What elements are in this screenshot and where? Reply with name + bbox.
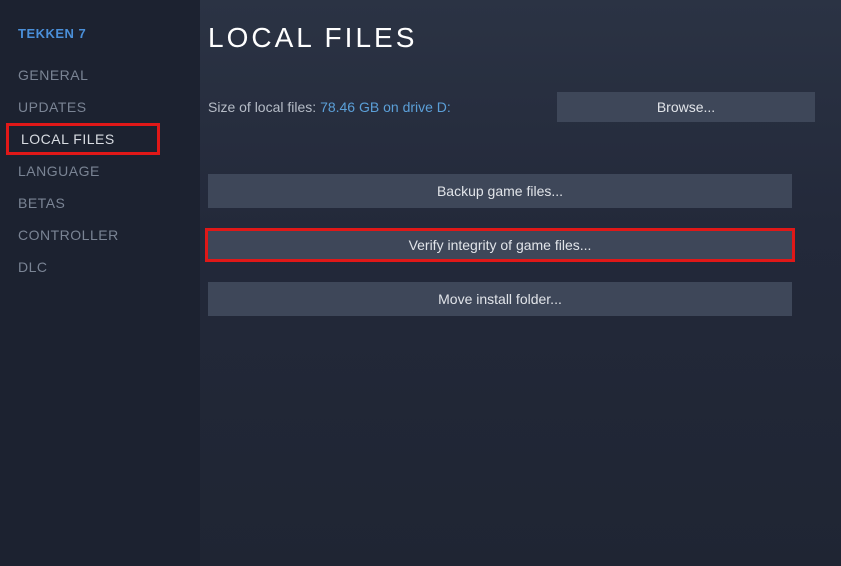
sidebar-item-language[interactable]: LANGUAGE (0, 155, 200, 187)
sidebar-item-dlc[interactable]: DLC (0, 251, 200, 283)
sidebar-item-general[interactable]: GENERAL (0, 59, 200, 91)
verify-integrity-button[interactable]: Verify integrity of game files... (205, 228, 795, 262)
sidebar: TEKKEN 7 GENERAL UPDATES LOCAL FILES LAN… (0, 0, 200, 566)
sidebar-item-betas[interactable]: BETAS (0, 187, 200, 219)
move-folder-button[interactable]: Move install folder... (208, 282, 792, 316)
size-text: Size of local files: 78.46 GB on drive D… (208, 99, 451, 115)
page-title: LOCAL FILES (208, 22, 815, 54)
size-row: Size of local files: 78.46 GB on drive D… (208, 92, 815, 122)
sidebar-item-updates[interactable]: UPDATES (0, 91, 200, 123)
sidebar-item-controller[interactable]: CONTROLLER (0, 219, 200, 251)
size-value-link[interactable]: 78.46 GB on drive D: (320, 99, 451, 115)
backup-button[interactable]: Backup game files... (208, 174, 792, 208)
main-panel: LOCAL FILES Size of local files: 78.46 G… (200, 0, 841, 566)
sidebar-item-local-files[interactable]: LOCAL FILES (6, 123, 160, 155)
game-title: TEKKEN 7 (0, 22, 200, 59)
size-label: Size of local files: (208, 99, 320, 115)
browse-button[interactable]: Browse... (557, 92, 815, 122)
